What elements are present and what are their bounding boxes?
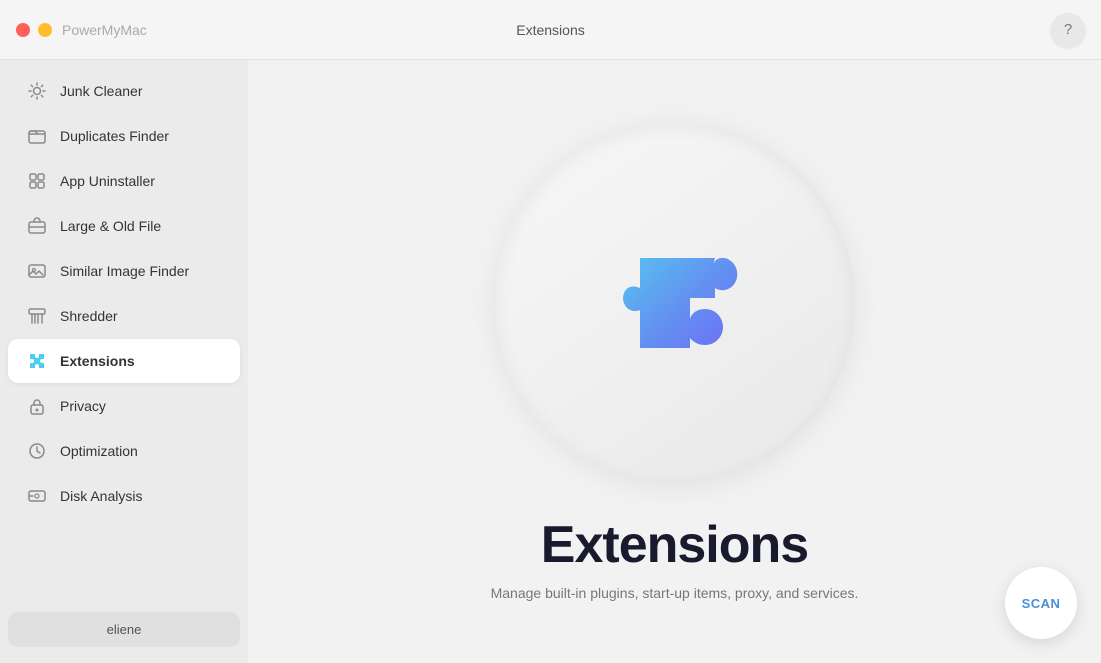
sidebar: Junk Cleaner Duplicates Finder App Uninsta… [0,60,248,663]
image-icon [26,260,48,282]
disk-icon [26,485,48,507]
optimization-icon [26,440,48,462]
sidebar-item-disk-analysis[interactable]: Disk Analysis [8,474,240,518]
hero-title: Extensions [541,515,808,575]
content-area: Extensions Manage built-in plugins, star… [248,60,1101,663]
sidebar-item-large-old-file[interactable]: Large & Old File [8,204,240,248]
sidebar-item-label: Extensions [60,353,135,369]
briefcase-icon [26,215,48,237]
sidebar-item-similar-image-finder[interactable]: Similar Image Finder [8,249,240,293]
puzzle-icon [26,350,48,372]
sidebar-item-label: Disk Analysis [60,488,142,504]
sidebar-item-label: Duplicates Finder [60,128,169,144]
lock-icon [26,395,48,417]
puzzle-icon [585,213,765,393]
sidebar-item-label: Junk Cleaner [60,83,143,99]
app-name: PowerMyMac [62,22,147,38]
sidebar-item-privacy[interactable]: Privacy [8,384,240,428]
gear-icon [26,80,48,102]
app-icon [26,170,48,192]
user-badge[interactable]: eliene [8,612,240,647]
sidebar-item-shredder[interactable]: Shredder [8,294,240,338]
help-button[interactable]: ? [1051,13,1085,47]
sidebar-item-extensions[interactable]: Extensions [8,339,240,383]
title-bar: PowerMyMac Extensions ? [0,0,1101,60]
sidebar-item-label: Shredder [60,308,118,324]
sidebar-item-junk-cleaner[interactable]: Junk Cleaner [8,69,240,113]
main-layout: Junk Cleaner Duplicates Finder App Uninsta… [0,60,1101,663]
hero-circle [495,123,855,483]
minimize-button[interactable] [38,23,52,37]
sidebar-item-duplicates-finder[interactable]: Duplicates Finder [8,114,240,158]
hero-subtitle: Manage built-in plugins, start-up items,… [491,585,859,601]
shredder-icon [26,305,48,327]
sidebar-item-label: Privacy [60,398,106,414]
page-title: Extensions [516,22,584,38]
sidebar-item-label: Similar Image Finder [60,263,189,279]
close-button[interactable] [16,23,30,37]
sidebar-item-optimization[interactable]: Optimization [8,429,240,473]
sidebar-footer: eliene [0,604,248,655]
sidebar-item-app-uninstaller[interactable]: App Uninstaller [8,159,240,203]
sidebar-item-label: App Uninstaller [60,173,155,189]
sidebar-item-label: Optimization [60,443,138,459]
window-controls [16,23,52,37]
scan-button[interactable]: SCAN [1005,567,1077,639]
folder-icon [26,125,48,147]
sidebar-item-label: Large & Old File [60,218,161,234]
